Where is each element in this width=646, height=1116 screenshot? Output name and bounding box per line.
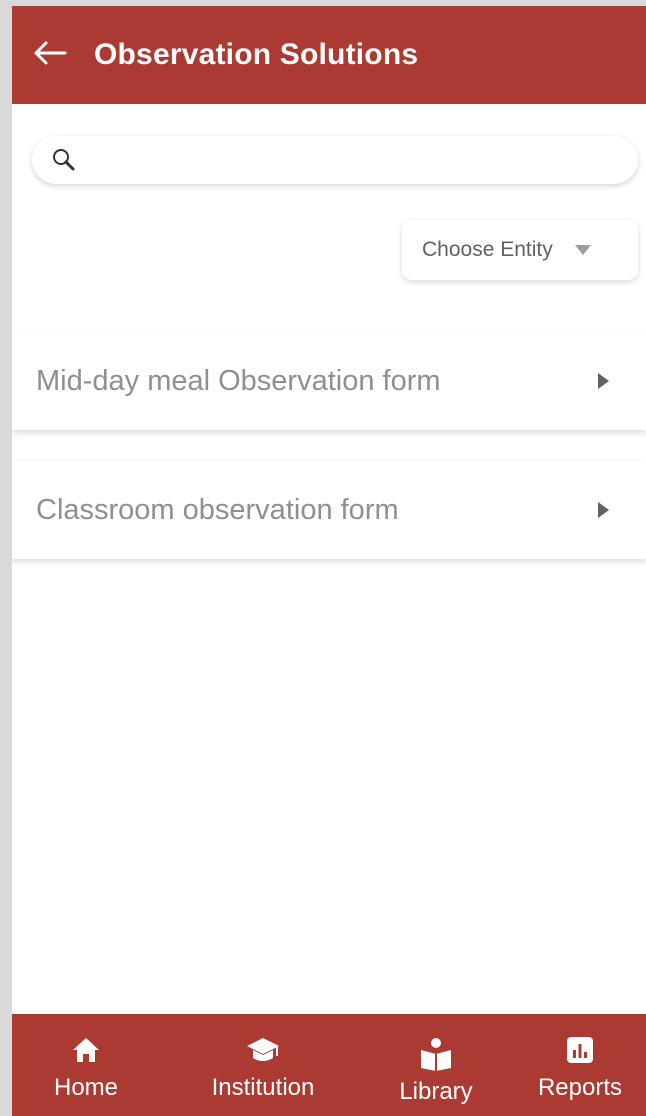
caret-right-icon (596, 501, 612, 519)
solution-title: Classroom observation form (36, 493, 399, 526)
home-icon (68, 1032, 104, 1068)
caret-down-icon (573, 243, 593, 257)
list-item[interactable]: Mid-day meal Observation form (12, 332, 646, 430)
bar-chart-icon (562, 1032, 598, 1068)
list-item[interactable]: Classroom observation form (12, 461, 646, 559)
page-title: Observation Solutions (94, 38, 419, 71)
caret-right-icon (596, 372, 612, 390)
bottom-navigation: Home Institution Library Reports (12, 1014, 646, 1116)
nav-library[interactable]: Library (388, 1036, 484, 1116)
search-bar[interactable] (32, 136, 638, 184)
nav-home-label: Home (53, 1074, 119, 1101)
search-input[interactable] (86, 139, 618, 181)
app-header: Observation Solutions (12, 6, 646, 104)
solution-title: Mid-day meal Observation form (36, 364, 441, 397)
nav-reports-label: Reports (537, 1074, 623, 1101)
nav-home[interactable]: Home (48, 1032, 124, 1114)
nav-institution-label: Institution (211, 1074, 315, 1101)
back-button[interactable] (34, 30, 86, 80)
nav-institution[interactable]: Institution (200, 1032, 326, 1114)
app-screen: Observation Solutions Choose Entity Mid-… (12, 6, 646, 1116)
search-icon (50, 146, 78, 174)
nav-reports[interactable]: Reports (530, 1032, 630, 1114)
choose-entity-dropdown[interactable]: Choose Entity (402, 220, 638, 280)
arrow-left-icon (34, 41, 68, 70)
nav-library-label: Library (399, 1078, 473, 1105)
reader-book-icon (418, 1036, 454, 1072)
choose-entity-label: Choose Entity (422, 238, 553, 261)
graduation-cap-icon (245, 1032, 281, 1068)
